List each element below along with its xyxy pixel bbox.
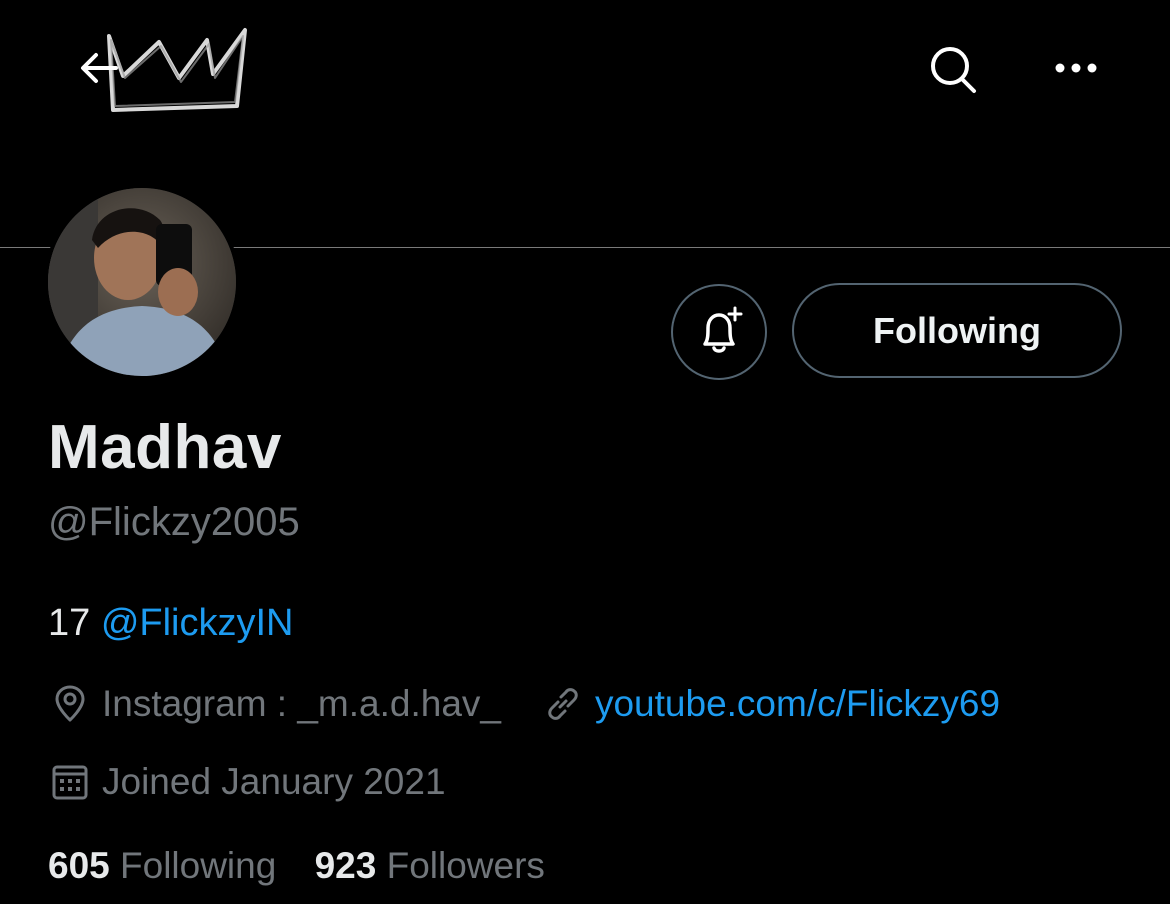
website-url[interactable]: youtube.com/c/Flickzy69 [595,683,1000,725]
following-count: 605 [48,845,110,886]
joined-row: Joined January 2021 [48,760,446,804]
following-button[interactable]: Following [792,283,1122,378]
display-name: Madhav [48,413,282,482]
username: @Flickzy2005 [48,500,300,544]
location-icon [48,682,92,726]
more-options-button[interactable] [1046,40,1106,96]
search-button[interactable] [922,38,986,102]
notifications-button[interactable] [671,284,767,380]
website-link[interactable]: youtube.com/c/Flickzy69 [541,682,1000,726]
joined-date: Joined January 2021 [102,761,446,802]
profile-meta-row: Instagram : _m.a.d.hav_ youtube.com/c/Fl… [48,682,1000,726]
followers-label: Followers [386,845,545,886]
following-label: Following [120,845,277,886]
bio-text: 17 [48,602,101,644]
ellipsis-icon [1055,63,1097,73]
bell-plus-icon [703,306,743,353]
location-text: Instagram : _m.a.d.hav_ [102,683,501,724]
profile-page: Following Madhav @Flickzy2005 17 @Flickz… [0,0,1170,904]
calendar-icon [48,760,92,804]
arrow-left-icon [81,53,118,83]
avatar-photo [48,188,236,376]
followers-stat-link[interactable]: 923 Followers [315,845,545,887]
follow-stats: 605 Following 923 Followers [48,845,573,887]
avatar[interactable] [44,184,240,380]
back-button[interactable] [70,40,126,96]
bio-mention-link[interactable]: @FlickzyIN [101,602,294,644]
followers-count: 923 [314,845,377,886]
search-icon [931,47,976,93]
link-icon [541,682,585,726]
following-stat-link[interactable]: 605 Following [48,845,276,887]
bio: 17 @FlickzyIN [48,602,294,645]
